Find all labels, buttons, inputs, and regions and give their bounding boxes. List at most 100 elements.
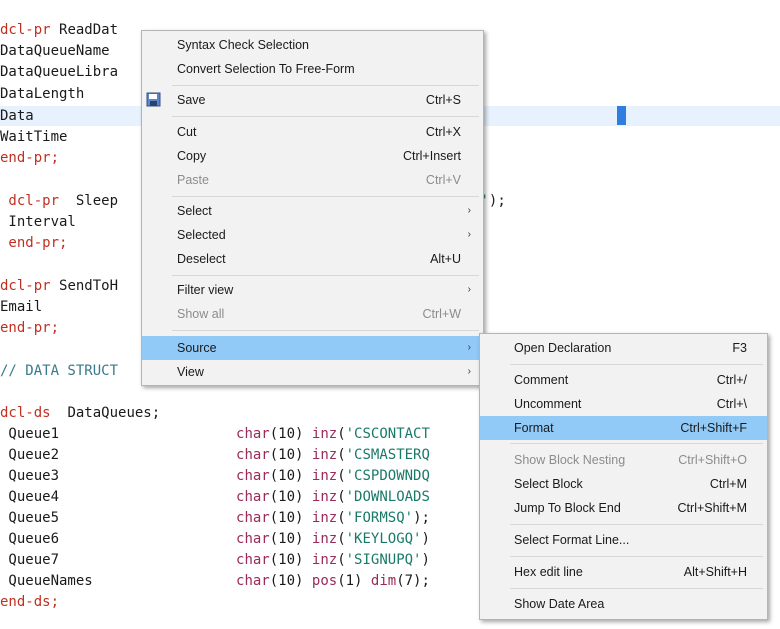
- menu-separator: [172, 196, 479, 197]
- code-token: ): [421, 552, 430, 568]
- code-token: inz: [311, 489, 338, 505]
- submenu-item-select-format-line[interactable]: Select Format Line...: [480, 528, 767, 552]
- code-token: (10): [269, 447, 312, 463]
- menu-item-label: Convert Selection To Free-Form: [177, 62, 355, 76]
- code-token: );: [413, 510, 430, 526]
- code-token: Queue1: [0, 426, 237, 442]
- save-icon: [146, 92, 161, 107]
- code-token: Sleep: [75, 193, 119, 209]
- code-token: DataLength: [0, 86, 85, 102]
- code-token: (10): [269, 489, 312, 505]
- menu-item-label: Cut: [177, 125, 197, 139]
- source-submenu: Open Declaration F3 Comment Ctrl+/ Uncom…: [479, 333, 768, 620]
- menu-separator: [172, 330, 479, 331]
- menu-item-selected[interactable]: Selected ›: [142, 223, 483, 247]
- submenu-item-select-block[interactable]: Select Block Ctrl+M: [480, 472, 767, 496]
- code-token: SendToH: [59, 278, 119, 294]
- menu-item-shortcut: Ctrl+Shift+M: [677, 501, 747, 515]
- code-token: char: [236, 489, 270, 505]
- menu-item-shortcut: Ctrl+Shift+F: [680, 421, 747, 435]
- menu-item-shortcut: Alt+Shift+H: [683, 565, 747, 579]
- code-token: dcl-ds: [0, 405, 68, 421]
- menu-item-shortcut: Ctrl+Shift+O: [678, 453, 747, 467]
- menu-item-convert-free-form[interactable]: Convert Selection To Free-Form: [142, 57, 483, 81]
- menu-item-label: Format: [514, 421, 554, 435]
- submenu-item-hex-edit-line[interactable]: Hex edit line Alt+Shift+H: [480, 560, 767, 584]
- menu-item-filter-view[interactable]: Filter view ›: [142, 278, 483, 302]
- menu-item-save[interactable]: Save Ctrl+S: [142, 88, 483, 112]
- menu-item-label: Jump To Block End: [514, 501, 621, 515]
- menu-item-shortcut: Ctrl+M: [709, 477, 747, 491]
- menu-item-label: Filter view: [177, 283, 234, 297]
- menu-item-label: Deselect: [177, 252, 226, 266]
- submenu-item-format[interactable]: Format Ctrl+Shift+F: [480, 416, 767, 440]
- menu-separator: [510, 588, 763, 589]
- code-token: inz: [311, 468, 338, 484]
- menu-item-label: Select Format Line...: [514, 533, 630, 547]
- menu-separator: [510, 364, 763, 365]
- code-token: pos: [311, 573, 338, 589]
- menu-item-show-all[interactable]: Show all Ctrl+W: [142, 302, 483, 326]
- submenu-item-comment[interactable]: Comment Ctrl+/: [480, 368, 767, 392]
- chevron-right-icon: ›: [467, 205, 471, 216]
- submenu-item-open-declaration[interactable]: Open Declaration F3: [480, 336, 767, 360]
- menu-item-source[interactable]: Source ›: [142, 336, 483, 360]
- code-token: (10): [269, 552, 312, 568]
- menu-separator: [510, 443, 763, 444]
- menu-item-syntax-check[interactable]: Syntax Check Selection: [142, 33, 483, 57]
- code-token: inz: [311, 447, 338, 463]
- code-token: (: [337, 426, 346, 442]
- menu-item-view[interactable]: View ›: [142, 360, 483, 384]
- context-menu: Syntax Check Selection Convert Selection…: [141, 30, 484, 386]
- menu-item-label: Select: [177, 204, 212, 218]
- code-token: char: [236, 552, 270, 568]
- code-token: Queue3: [0, 468, 237, 484]
- text-cursor-marker: [617, 106, 626, 125]
- menu-item-cut[interactable]: Cut Ctrl+X: [142, 120, 483, 144]
- code-token: end-pr;: [0, 150, 60, 166]
- menu-item-shortcut: Alt+U: [430, 252, 461, 266]
- menu-item-deselect[interactable]: Deselect Alt+U: [142, 247, 483, 271]
- menu-separator: [172, 116, 479, 117]
- submenu-item-show-block-nesting[interactable]: Show Block Nesting Ctrl+Shift+O: [480, 448, 767, 472]
- submenu-item-show-date-area[interactable]: Show Date Area: [480, 592, 767, 616]
- menu-item-label: Save: [177, 93, 206, 107]
- submenu-item-jump-block-end[interactable]: Jump To Block End Ctrl+Shift+M: [480, 496, 767, 520]
- code-token: Queue2: [0, 447, 237, 463]
- menu-item-shortcut: Ctrl+\: [716, 397, 747, 411]
- code-token: inz: [311, 531, 338, 547]
- code-token: char: [236, 426, 270, 442]
- menu-item-label: Syntax Check Selection: [177, 38, 310, 52]
- menu-item-label: Uncomment: [514, 397, 582, 411]
- menu-item-label: Select Block: [514, 477, 583, 491]
- code-token: (10): [269, 510, 312, 526]
- menu-item-label: Paste: [177, 173, 209, 187]
- menu-item-shortcut: Ctrl+/: [716, 373, 747, 387]
- menu-item-paste[interactable]: Paste Ctrl+V: [142, 168, 483, 192]
- menu-item-label: Hex edit line: [514, 565, 583, 579]
- code-token: (: [337, 468, 346, 484]
- menu-item-copy[interactable]: Copy Ctrl+Insert: [142, 144, 483, 168]
- code-token: Queue7: [0, 552, 237, 568]
- menu-item-select[interactable]: Select ›: [142, 199, 483, 223]
- code-token: Data: [0, 108, 34, 124]
- menu-item-label: View: [177, 365, 204, 379]
- code-token: DataQueueName: [0, 43, 110, 59]
- code-token: char: [236, 447, 270, 463]
- code-token: Queue6: [0, 531, 237, 547]
- menu-item-shortcut: Ctrl+V: [425, 173, 461, 187]
- chevron-right-icon: ›: [467, 366, 471, 377]
- chevron-right-icon: ›: [467, 342, 471, 353]
- code-token: dcl-pr: [0, 193, 76, 209]
- code-token: QueueNames: [0, 573, 237, 589]
- code-token: char: [236, 468, 270, 484]
- code-token: end-ds;: [0, 594, 60, 610]
- menu-item-shortcut: Ctrl+S: [425, 93, 461, 107]
- submenu-item-uncomment[interactable]: Uncomment Ctrl+\: [480, 392, 767, 416]
- code-token: end-pr;: [0, 235, 68, 251]
- code-token: Queue4: [0, 489, 237, 505]
- code-token: dcl-pr: [0, 278, 60, 294]
- menu-separator: [510, 556, 763, 557]
- menu-item-shortcut: Ctrl+Insert: [402, 149, 461, 163]
- code-token: DataQueues;: [67, 405, 161, 421]
